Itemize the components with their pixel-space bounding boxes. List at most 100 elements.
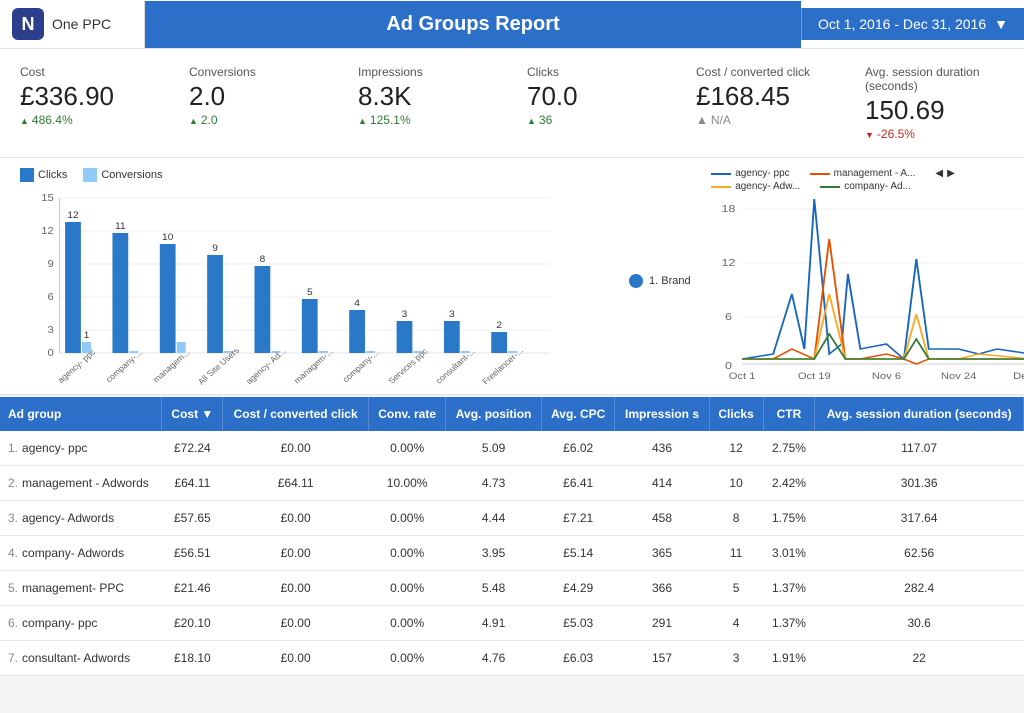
up-arrow-icon — [358, 113, 367, 127]
col-header-avg-pos[interactable]: Avg. position — [446, 397, 542, 431]
bar-chart-container: Clicks Conversions Clicks 15 12 — [20, 168, 561, 394]
date-range-selector[interactable]: Oct 1, 2016 - Dec 31, 2016 ▼ — [801, 8, 1024, 40]
svg-text:Dec 12: Dec 12 — [1013, 372, 1024, 382]
metric-impressions: Impressions 8.3K 125.1% — [358, 65, 497, 141]
cell-ctr: 1.75% — [763, 501, 815, 536]
cell-impressions: 436 — [615, 431, 709, 466]
metric-conversions: Conversions 2.0 2.0 — [189, 65, 328, 141]
svg-text:4: 4 — [354, 298, 360, 308]
cell-clicks: 5 — [709, 571, 763, 606]
cell-session: 30.6 — [815, 606, 1024, 641]
metric-conversions-label: Conversions — [189, 65, 328, 79]
cell-impressions: 414 — [615, 466, 709, 501]
svg-text:0: 0 — [725, 361, 732, 372]
svg-text:12: 12 — [41, 226, 54, 237]
legend-company-adw: company- Ad... — [820, 181, 911, 192]
cell-ad-group: 5.management- PPC — [0, 571, 162, 606]
cell-avg-cpc: £6.41 — [541, 466, 615, 501]
legend-conversions: Conversions — [83, 168, 162, 182]
col-header-impressions[interactable]: Impression s — [615, 397, 709, 431]
svg-text:Nov 6: Nov 6 — [872, 372, 902, 382]
cell-cost: £56.51 — [162, 536, 223, 571]
legend-nav-icons[interactable]: ◀ ▶ — [935, 168, 954, 179]
metric-cost-converted: Cost / converted click £168.45 ▲ N/A — [696, 65, 835, 141]
scatter-chart-container: 1. Brand — [571, 168, 701, 394]
cell-ctr: 3.01% — [763, 536, 815, 571]
cell-cost-conv: £0.00 — [223, 501, 369, 536]
svg-text:6: 6 — [48, 292, 54, 303]
svg-text:10: 10 — [162, 232, 173, 242]
svg-text:3: 3 — [449, 309, 455, 319]
company-adw-legend-line — [820, 186, 840, 188]
col-header-conv-rate[interactable]: Conv. rate — [369, 397, 446, 431]
line-chart-svg: 18 12 6 0 Oct 1 Oct 19 Nov 6 Nov 24 Dec … — [711, 194, 1024, 394]
line-legend-row-1: agency- ppc management - A... ◀ ▶ — [711, 168, 955, 179]
metric-cost-converted-label: Cost / converted click — [696, 65, 835, 79]
logo-text: One PPC — [52, 16, 111, 32]
svg-text:9: 9 — [48, 259, 54, 270]
svg-text:company-...: company-... — [103, 348, 144, 384]
charts-area: Clicks Conversions Clicks 15 12 — [0, 158, 1024, 395]
metric-session-value: 150.69 — [865, 97, 1004, 123]
logo-area: N One PPC — [0, 0, 145, 48]
cell-impressions: 366 — [615, 571, 709, 606]
cell-clicks: 10 — [709, 466, 763, 501]
company-adw-legend-label: company- Ad... — [844, 181, 911, 192]
metric-impressions-change: 125.1% — [358, 113, 497, 127]
svg-text:0: 0 — [48, 348, 54, 359]
svg-text:11: 11 — [115, 221, 126, 231]
col-header-session[interactable]: Avg. session duration (seconds) — [815, 397, 1024, 431]
cell-ad-group: 7.consultant- Adwords — [0, 641, 162, 676]
management-legend-label: management - A... — [834, 168, 916, 179]
col-header-cost-conv[interactable]: Cost / converted click — [223, 397, 369, 431]
conversions-legend-label: Conversions — [101, 169, 162, 181]
cell-cost-conv: £64.11 — [223, 466, 369, 501]
metric-cost-converted-value: £168.45 — [696, 83, 835, 109]
up-arrow-icon — [20, 113, 29, 127]
metric-conversions-change: 2.0 — [189, 113, 328, 127]
cell-cost-conv: £0.00 — [223, 431, 369, 466]
header: N One PPC Ad Groups Report Oct 1, 2016 -… — [0, 0, 1024, 49]
cell-ad-group: 3.agency- Adwords — [0, 501, 162, 536]
cell-conv-rate: 0.00% — [369, 501, 446, 536]
metric-impressions-value: 8.3K — [358, 83, 497, 109]
svg-text:3: 3 — [402, 309, 408, 319]
col-header-clicks[interactable]: Clicks — [709, 397, 763, 431]
prev-icon[interactable]: ◀ — [935, 168, 943, 179]
col-header-ad-group[interactable]: Ad group — [0, 397, 162, 431]
cell-cost: £18.10 — [162, 641, 223, 676]
data-table: Ad group Cost ▼ Cost / converted click C… — [0, 397, 1024, 676]
metric-session-change: -26.5% — [865, 127, 1004, 141]
cell-avg-cpc: £6.02 — [541, 431, 615, 466]
svg-text:company-...: company-... — [340, 348, 381, 384]
cell-session: 117.07 — [815, 431, 1024, 466]
col-header-avg-cpc[interactable]: Avg. CPC — [541, 397, 615, 431]
agency-ppc-legend-label: agency- ppc — [735, 168, 789, 179]
logo-icon: N — [12, 8, 44, 40]
cell-conv-rate: 0.00% — [369, 571, 446, 606]
table-header-row: Ad group Cost ▼ Cost / converted click C… — [0, 397, 1024, 431]
cell-ctr: 1.37% — [763, 571, 815, 606]
table-row: 1.agency- ppc £72.24 £0.00 0.00% 5.09 £6… — [0, 431, 1024, 466]
cell-conv-rate: 0.00% — [369, 606, 446, 641]
metric-session: Avg. session duration (seconds) 150.69 -… — [865, 65, 1004, 141]
svg-text:2: 2 — [496, 320, 502, 330]
legend-agency-adw: agency- Adw... — [711, 181, 800, 192]
col-header-ctr[interactable]: CTR — [763, 397, 815, 431]
line-legend-row-2: agency- Adw... company- Ad... — [711, 181, 955, 192]
next-icon[interactable]: ▶ — [947, 168, 955, 179]
metric-clicks-label: Clicks — [527, 65, 666, 79]
cell-ad-group: 4.company- Adwords — [0, 536, 162, 571]
metrics-row: Cost £336.90 486.4% Conversions 2.0 2.0 … — [0, 49, 1024, 158]
cell-cost-conv: £0.00 — [223, 536, 369, 571]
table-row: 5.management- PPC £21.46 £0.00 0.00% 5.4… — [0, 571, 1024, 606]
metric-clicks-value: 70.0 — [527, 83, 666, 109]
line-chart-container: agency- ppc management - A... ◀ ▶ agency… — [711, 168, 1024, 394]
col-header-cost[interactable]: Cost ▼ — [162, 397, 223, 431]
cell-clicks: 12 — [709, 431, 763, 466]
cell-impressions: 157 — [615, 641, 709, 676]
cell-cost: £21.46 — [162, 571, 223, 606]
cell-cost: £57.65 — [162, 501, 223, 536]
cell-avg-cpc: £5.03 — [541, 606, 615, 641]
svg-text:18: 18 — [722, 204, 736, 215]
